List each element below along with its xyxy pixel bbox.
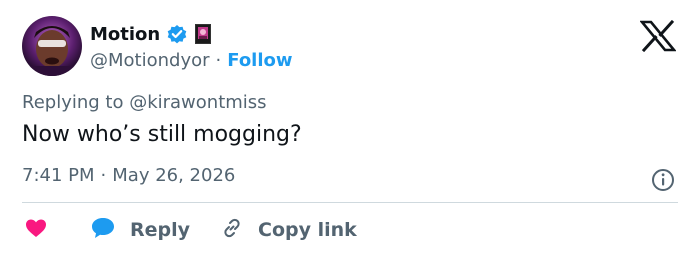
tweet-text: Now who’s still mogging? — [22, 122, 302, 147]
reply-button[interactable]: Reply — [90, 216, 190, 244]
copy-link-label: Copy link — [258, 219, 357, 241]
tweet-time[interactable]: 7:41 PM — [22, 165, 95, 186]
avatar[interactable] — [22, 16, 82, 76]
like-button[interactable] — [24, 216, 48, 244]
heart-icon — [24, 216, 48, 244]
separator-dot: · — [100, 165, 107, 186]
copy-link-button[interactable]: Copy link — [220, 216, 357, 244]
follow-button[interactable]: Follow — [227, 50, 292, 71]
x-logo-icon[interactable] — [639, 19, 677, 53]
info-icon[interactable] — [650, 167, 676, 193]
author-handle[interactable]: @Motiondyor — [90, 50, 210, 71]
affiliate-badge-icon[interactable] — [195, 24, 212, 44]
replying-to[interactable]: Replying to @kirawontmiss — [22, 92, 267, 113]
reply-bubble-icon — [90, 216, 116, 244]
divider — [22, 202, 678, 203]
avatar-image — [22, 16, 82, 76]
display-name[interactable]: Motion — [90, 24, 160, 45]
tweet-timestamp[interactable]: 7:41 PM · May 26, 2026 — [22, 165, 235, 186]
verified-badge-icon — [166, 23, 188, 45]
separator-dot: · — [215, 49, 222, 71]
link-icon — [220, 216, 244, 244]
reply-label: Reply — [130, 219, 191, 241]
tweet-date[interactable]: May 26, 2026 — [112, 165, 235, 186]
